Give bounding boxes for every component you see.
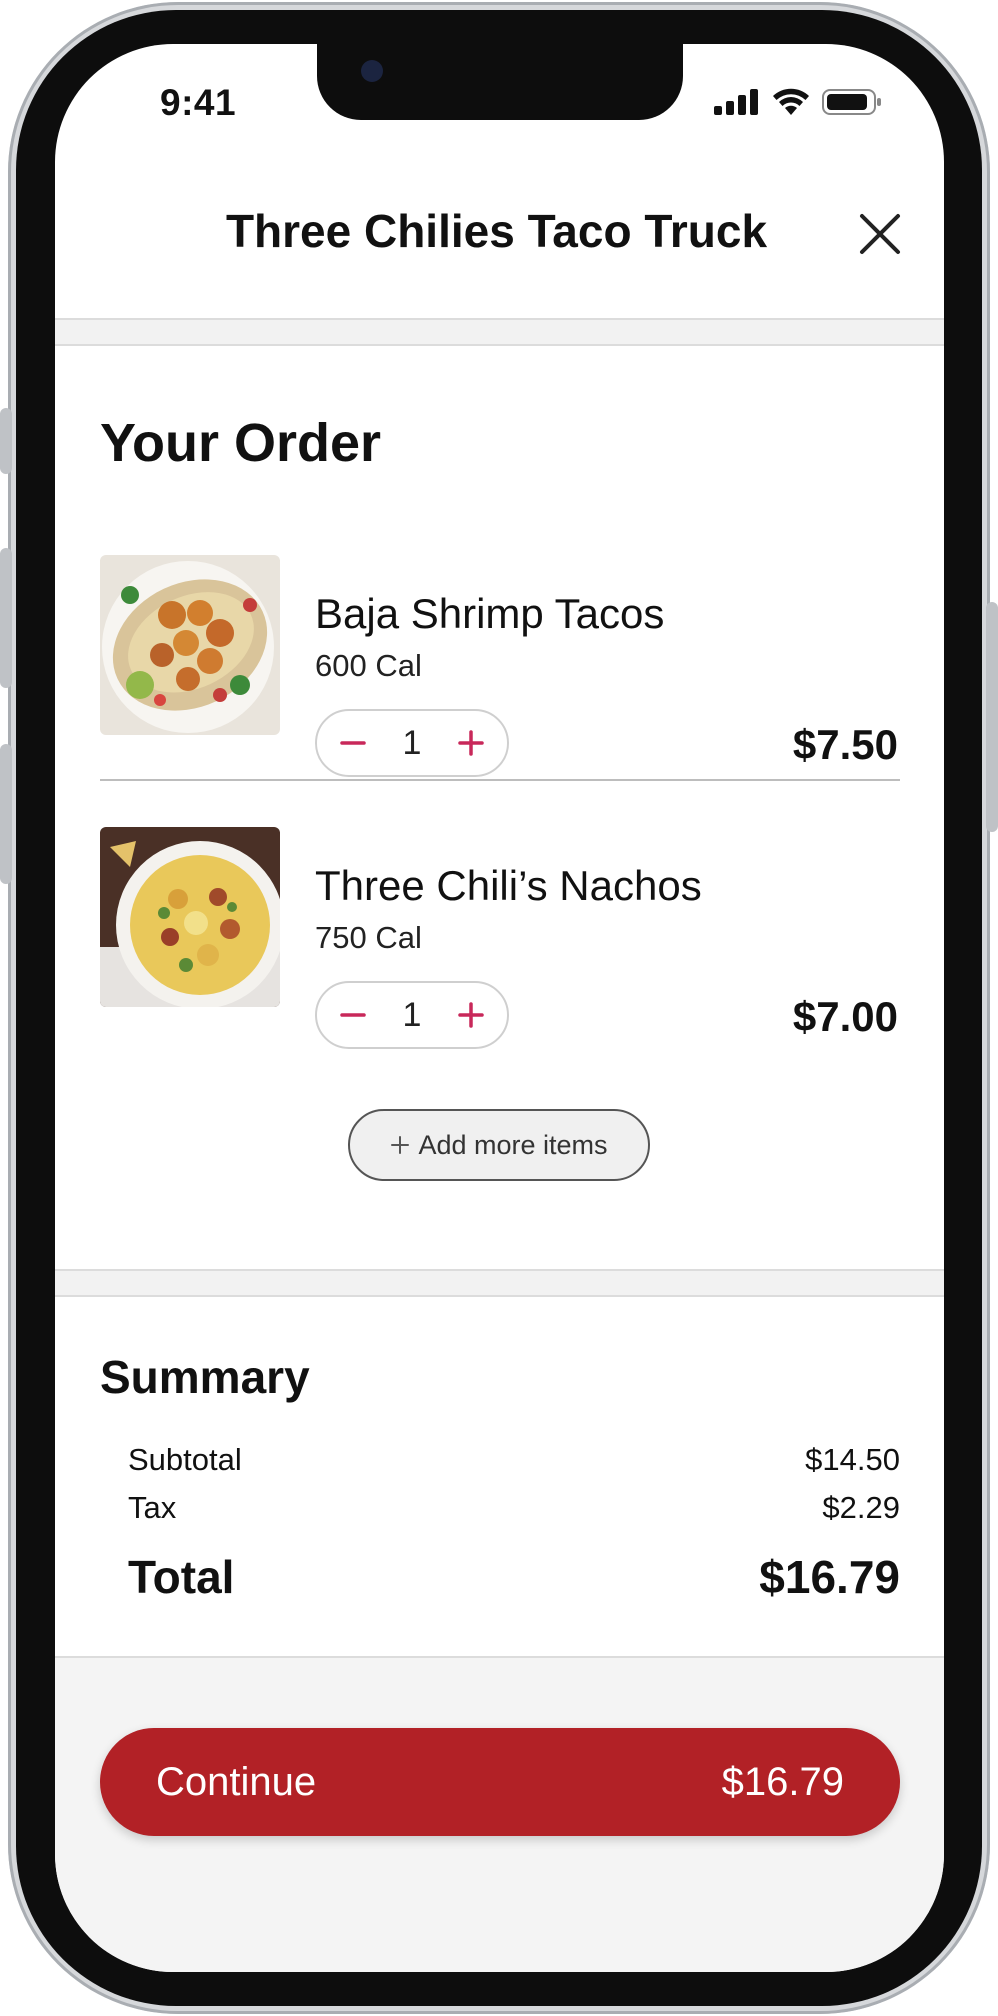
page-title: Three Chilies Taco Truck [55, 204, 944, 258]
increment-button[interactable] [453, 995, 489, 1035]
quantity-value: 1 [402, 995, 422, 1034]
battery-icon [822, 89, 881, 115]
subtotal-row: Subtotal $14.50 [128, 1442, 900, 1478]
status-icons [714, 88, 882, 116]
quantity-value: 1 [402, 723, 422, 762]
continue-button[interactable]: Continue $16.79 [100, 1728, 900, 1836]
add-more-items-label: Add more items [418, 1129, 608, 1160]
order-heading: Your Order [100, 413, 382, 473]
camera [361, 60, 383, 82]
close-icon [860, 214, 900, 254]
continue-amount: $16.79 [721, 1759, 844, 1804]
minus-icon [340, 741, 366, 745]
tax-label: Tax [128, 1490, 177, 1525]
screen: 9:41 Three Chilies Taco Truck Your Order [55, 44, 944, 1972]
volume-up-button [0, 548, 12, 688]
volume-down-button [0, 744, 12, 884]
plus-icon [458, 730, 484, 756]
summary-heading: Summary [100, 1351, 310, 1403]
close-button[interactable] [850, 204, 910, 264]
section-divider-band [55, 318, 944, 346]
item-calories: 750 Cal [315, 920, 422, 955]
quantity-stepper: 1 [315, 709, 509, 777]
total-row: Total $16.79 [128, 1550, 900, 1604]
add-more-items-button[interactable]: Add more items [348, 1109, 650, 1181]
minus-icon [340, 1013, 366, 1017]
tax-row: Tax $2.29 [128, 1490, 900, 1526]
wifi-icon [773, 88, 809, 115]
item-name: Three Chili’s Nachos [315, 862, 702, 909]
increment-button[interactable] [453, 723, 489, 763]
quantity-stepper: 1 [315, 981, 509, 1049]
continue-label: Continue [156, 1759, 317, 1804]
decrement-button[interactable] [335, 723, 371, 763]
plus-icon [391, 1136, 410, 1154]
item-image-three-chilis-nachos [100, 827, 280, 1007]
subtotal-value: $14.50 [805, 1442, 900, 1477]
signal-icon [714, 89, 758, 115]
silent-switch [0, 408, 12, 474]
plus-icon [458, 1002, 484, 1028]
total-value: $16.79 [759, 1551, 900, 1603]
subtotal-label: Subtotal [128, 1442, 242, 1477]
item-divider [100, 779, 900, 781]
decrement-button[interactable] [335, 995, 371, 1035]
item-price: $7.50 [792, 721, 898, 768]
section-divider-band [55, 1269, 944, 1297]
total-label: Total [128, 1551, 235, 1603]
power-button [986, 602, 998, 832]
status-time: 9:41 [160, 82, 237, 123]
tax-value: $2.29 [822, 1490, 900, 1525]
notch [317, 44, 683, 120]
page-title-text: Three Chilies Taco Truck [225, 205, 768, 257]
item-name: Baja Shrimp Tacos [315, 590, 665, 637]
item-calories: 600 Cal [315, 648, 422, 683]
item-price: $7.00 [792, 993, 898, 1040]
item-image-baja-shrimp-tacos [100, 555, 280, 735]
